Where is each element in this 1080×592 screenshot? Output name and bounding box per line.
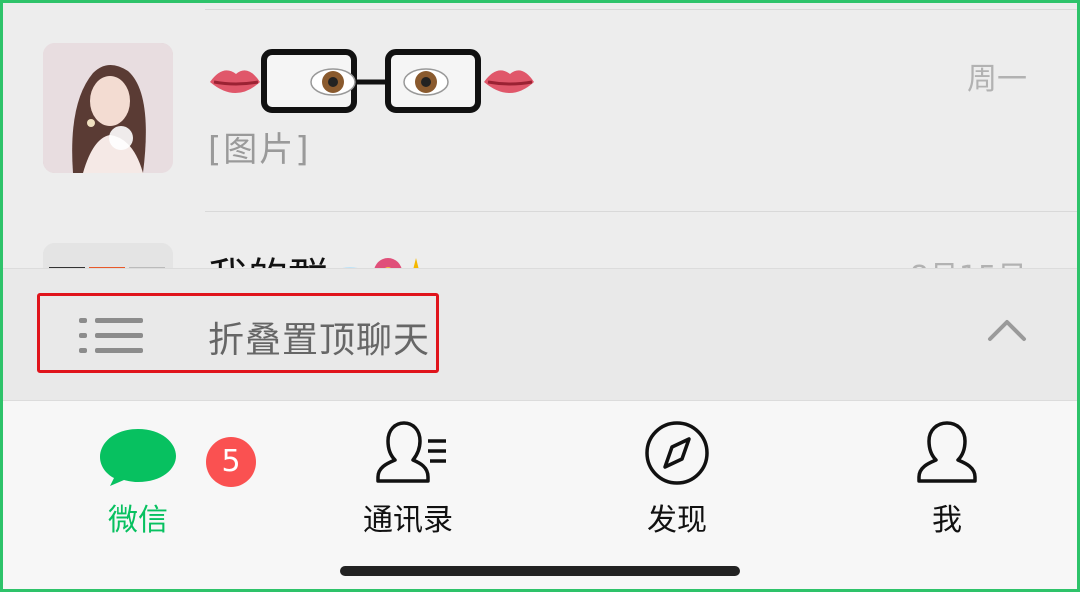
chat-row[interactable]: 我的群 8月15日 bbox=[3, 206, 1077, 268]
chat-time: 周一 bbox=[967, 62, 1027, 97]
tab-contacts[interactable]: 通讯录 bbox=[328, 419, 488, 539]
group-avatar-icon bbox=[43, 243, 173, 268]
chat-title-emoji bbox=[208, 46, 538, 118]
tab-contacts-label: 通讯录 bbox=[363, 503, 453, 538]
tab-chats-label: 微信 bbox=[108, 503, 168, 538]
collapse-pinned-chats-bar[interactable]: 折叠置顶聊天 bbox=[3, 268, 1077, 401]
lips-glasses-eyes-emoji-icon bbox=[210, 49, 534, 113]
chat-last-message: [图片] bbox=[208, 130, 311, 170]
tab-discover[interactable]: 发现 bbox=[597, 419, 757, 539]
tab-me-label: 我 bbox=[932, 503, 962, 538]
chevron-up-icon[interactable] bbox=[987, 316, 1027, 342]
chat-bubble-icon bbox=[100, 429, 176, 486]
chat-list[interactable]: [图片] 周一 我的群 bbox=[3, 3, 1077, 268]
avatar[interactable] bbox=[43, 243, 173, 268]
chat-row[interactable]: [图片] 周一 bbox=[3, 6, 1077, 212]
tab-chats[interactable]: 5 微信 bbox=[58, 419, 256, 539]
annotation-highlight-box bbox=[37, 293, 439, 373]
home-indicator[interactable] bbox=[340, 566, 740, 576]
tab-me[interactable]: 我 bbox=[867, 419, 1027, 539]
chat-time: 8月15日 bbox=[910, 252, 1027, 268]
chat-title: 我的群 bbox=[208, 238, 438, 268]
screen-frame: [图片] 周一 我的群 bbox=[0, 0, 1080, 592]
cloud-flower-sparkle-emoji-icon bbox=[342, 258, 419, 268]
avatar-portrait-icon bbox=[43, 43, 173, 173]
tab-discover-label: 发现 bbox=[647, 503, 707, 538]
person-icon bbox=[917, 421, 977, 483]
unread-badge: 5 bbox=[206, 437, 256, 487]
chat-title-text: 我的群 bbox=[208, 245, 328, 268]
compass-icon bbox=[645, 421, 709, 485]
contacts-icon bbox=[376, 421, 446, 483]
avatar[interactable] bbox=[43, 43, 173, 173]
bottom-tab-bar: 5 微信 通讯录 发现 我 bbox=[3, 400, 1077, 589]
